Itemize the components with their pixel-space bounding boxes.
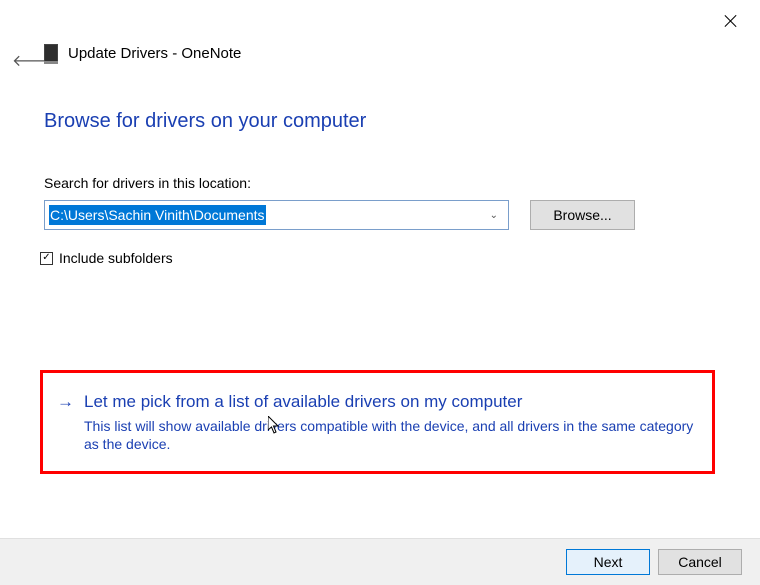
search-path-combobox[interactable]: C:\Users\Sachin Vinith\Documents ⌄ [44, 200, 509, 230]
close-icon[interactable] [724, 14, 738, 28]
pick-from-list-title[interactable]: Let me pick from a list of available dri… [84, 391, 522, 413]
include-subfolders-checkbox[interactable]: ✓ [40, 252, 53, 265]
search-location-label: Search for drivers in this location: [44, 175, 251, 191]
button-bar: Next Cancel [0, 538, 760, 585]
next-button[interactable]: Next [566, 549, 650, 575]
pick-from-list-option[interactable]: → Let me pick from a list of available d… [40, 370, 715, 474]
pick-from-list-description: This list will show available drivers co… [84, 417, 694, 453]
device-icon [44, 44, 58, 62]
browse-button[interactable]: Browse... [530, 200, 635, 230]
cancel-button[interactable]: Cancel [658, 549, 742, 575]
arrow-right-icon: → [57, 391, 74, 413]
window-title: Update Drivers - OneNote [68, 45, 241, 62]
include-subfolders-row: ✓ Include subfolders [40, 250, 173, 266]
include-subfolders-label: Include subfolders [59, 250, 173, 266]
search-path-value: C:\Users\Sachin Vinith\Documents [49, 205, 266, 225]
chevron-down-icon[interactable]: ⌄ [490, 210, 504, 221]
window-title-row: Update Drivers - OneNote [44, 44, 241, 62]
page-heading: Browse for drivers on your computer [44, 110, 366, 133]
